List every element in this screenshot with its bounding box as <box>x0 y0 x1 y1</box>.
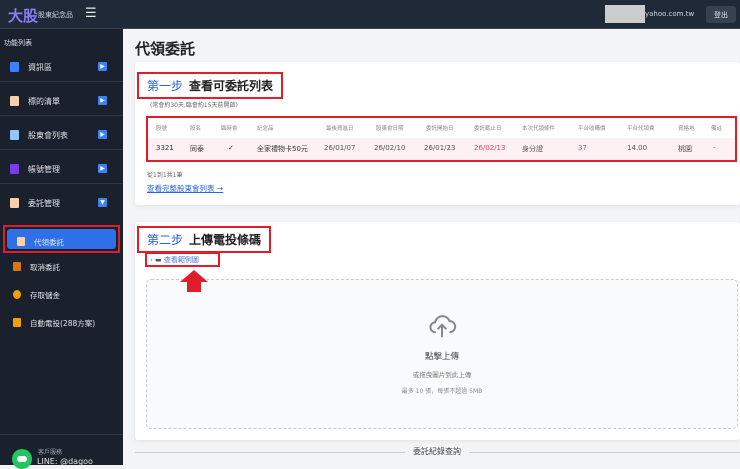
sidebar-item-label: 存取儲金 <box>30 291 60 300</box>
upload-hint: 或拖曳圖片到此上傳 <box>412 371 472 379</box>
column-header: 紀念品 <box>257 126 274 132</box>
cell-buy-price: 37 <box>578 144 587 152</box>
sidebar-item-label: 資訊區 <box>28 63 52 72</box>
user-email: yahoo.com.tw <box>645 10 695 18</box>
page-title: 代領委託 <box>135 40 196 58</box>
sidebar-item-entrust[interactable]: 委託管理 ▼ <box>0 188 123 218</box>
cell-fee: 14.00 <box>627 144 648 152</box>
expand-arrow-icon: ▶ <box>98 130 107 139</box>
sidebar-item-meetings[interactable]: 股東會列表 ▶ <box>0 120 123 150</box>
step-number: 第一步 <box>147 79 184 93</box>
sidebar: 功能列表 資訊區 ▶ 標的清單 ▶ 股東會列表 ▶ 帳號管理 ▶ 委託管理 ▼ 代領委託 … <box>0 29 123 469</box>
logout-button[interactable]: 登出 <box>706 6 736 23</box>
clipboard-icon <box>17 237 25 246</box>
column-header: 資格地 <box>678 126 695 132</box>
sidebar-item-auto-vote[interactable]: 自動電投(288方案) <box>0 310 123 336</box>
calendar-icon <box>10 130 19 140</box>
column-header: 委託截止日 <box>474 126 502 132</box>
upload-title: 點擊上傳 <box>424 352 459 362</box>
column-header: 股東會日期 <box>376 126 404 132</box>
pagination-info: 從1到1共1筆 <box>147 172 183 179</box>
step-number: 第二步 <box>147 233 184 247</box>
red-arrow-stem <box>187 281 201 292</box>
step1-note: (常會約30天,臨會約15天前開啟) <box>150 102 238 109</box>
box-icon <box>13 262 21 271</box>
cell-special-meeting: ✓ <box>228 144 234 152</box>
column-header: 股名 <box>190 126 202 132</box>
customer-support[interactable]: 客戶服務 LINE: @dagoo <box>0 434 123 469</box>
support-label: 客戶服務 <box>38 449 63 456</box>
sidebar-item-label: 代領委託 <box>34 238 64 247</box>
collapse-arrow-icon: ▼ <box>98 198 107 207</box>
step2-heading: 第二步 上傳電投條碼 <box>137 226 272 253</box>
cloud-upload-icon <box>429 315 457 338</box>
cell-remark: - <box>713 144 716 152</box>
logo[interactable]: 大股 <box>8 5 38 26</box>
line-chat-icon <box>12 449 32 469</box>
sidebar-item-proxy-entrust[interactable]: 代領委託 <box>3 225 120 253</box>
cell-start-date: 26/01/23 <box>424 144 456 152</box>
column-header: 委託開始日 <box>426 126 454 132</box>
column-header: 股號 <box>156 126 168 132</box>
image-icon: ▬ <box>155 256 162 264</box>
expand-arrow-icon: ▶ <box>98 96 107 105</box>
column-header: 本次代領條件 <box>522 126 556 132</box>
column-header: 平台代領費 <box>627 126 655 132</box>
money-bag-icon <box>13 290 21 299</box>
expand-arrow-icon: ▶ <box>98 62 107 71</box>
sidebar-heading: 功能列表 <box>4 39 32 47</box>
cell-deadline: 26/02/13 <box>474 144 506 152</box>
sidebar-item-label: 取消委託 <box>30 263 60 272</box>
column-header: 最後買進日 <box>326 126 354 132</box>
chevron-right-icon: › <box>150 256 153 264</box>
sidebar-item-deposit[interactable]: 存取儲金 <box>0 282 123 308</box>
upload-limit: 最多 10 張，每張不超過 5MB <box>401 388 483 395</box>
view-example-label: 查看範例圖 <box>163 256 199 264</box>
top-bar: 大股 股東紀念品 ☰ yahoo.com.tw 登出 <box>0 0 740 29</box>
cell-condition: 身分證 <box>522 145 543 153</box>
user-icon <box>10 164 19 174</box>
lock-icon <box>13 318 21 327</box>
site-subtitle: 股東紀念品 <box>38 11 73 19</box>
cell-location: 桃園 <box>678 145 692 153</box>
sidebar-item-account[interactable]: 帳號管理 ▶ <box>0 154 123 184</box>
full-meeting-list-link[interactable]: 查看完整股東會列表 → <box>147 183 223 194</box>
cell-gift: 全家禮物卡50元 <box>257 145 308 153</box>
sidebar-item-label: 標的清單 <box>28 97 60 106</box>
column-header: 平台收購價 <box>578 126 606 132</box>
hamburger-menu-icon[interactable]: ☰ <box>85 6 97 21</box>
cell-last-buy-date: 26/01/07 <box>324 144 356 152</box>
records-heading: 委託紀錄查詢 <box>405 446 469 457</box>
cell-stock-name: 同泰 <box>190 145 204 153</box>
step-title: 查看可委託列表 <box>189 79 274 93</box>
step1-heading: 第一步 查看可委託列表 <box>137 72 284 99</box>
sidebar-item-cancel[interactable]: 取消委託 <box>0 254 123 280</box>
cell-meeting-date: 26/02/10 <box>374 144 406 152</box>
view-example-toggle[interactable]: › ▬ 查看範例圖 <box>145 252 220 267</box>
cell-stock-code: 3321 <box>156 144 174 152</box>
column-header: 備註 <box>711 126 723 132</box>
sidebar-item-targets[interactable]: 標的清單 ▶ <box>0 86 123 116</box>
column-header: 臨時會 <box>221 126 238 132</box>
expand-arrow-icon: ▶ <box>98 164 107 173</box>
email-redacted <box>605 5 645 23</box>
info-icon <box>10 62 19 72</box>
sidebar-item-label: 自動電投(288方案) <box>30 319 96 328</box>
sidebar-item-label: 委託管理 <box>28 199 60 208</box>
step-title: 上傳電投條碼 <box>189 233 262 247</box>
clipboard-icon <box>10 96 19 106</box>
sidebar-item-label: 股東會列表 <box>28 131 68 140</box>
entrust-table: 股號 股名 臨時會 紀念品 最後買進日 股東會日期 委託開始日 委託截止日 本次… <box>146 116 737 162</box>
clipboard-icon <box>10 198 19 208</box>
upload-dropzone[interactable]: 點擊上傳 或拖曳圖片到此上傳 最多 10 張，每張不超過 5MB <box>146 279 738 429</box>
sidebar-item-info[interactable]: 資訊區 ▶ <box>0 52 123 82</box>
sidebar-item-label: 帳號管理 <box>28 165 60 174</box>
